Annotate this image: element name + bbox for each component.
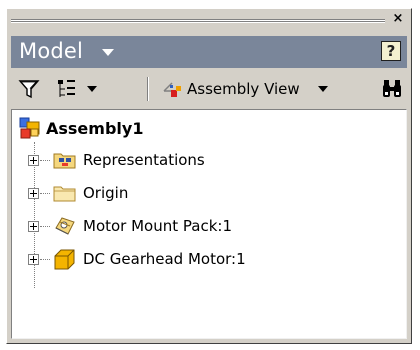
tree-item-label: Origin bbox=[83, 184, 129, 202]
folder-icon bbox=[53, 186, 76, 202]
panel-title[interactable]: Model bbox=[19, 39, 83, 63]
model-browser-panel: × Model ? Assembly View Assembly1 Repres… bbox=[6, 8, 412, 344]
tree-root-label: Assembly1 bbox=[46, 118, 144, 138]
assembly-view-chevron-down-icon[interactable] bbox=[317, 86, 328, 92]
structure-icon bbox=[58, 80, 75, 97]
representations-icon bbox=[53, 153, 76, 169]
tree-item-dc-gearhead-motor[interactable]: DC Gearhead Motor:1 bbox=[28, 246, 246, 272]
tree-item-label: DC Gearhead Motor:1 bbox=[83, 250, 246, 268]
structure-chevron-down-icon[interactable] bbox=[87, 86, 97, 92]
tree-item-motor-mount-pack[interactable]: Motor Mount Pack:1 bbox=[28, 213, 232, 239]
filter-button[interactable] bbox=[17, 75, 41, 103]
expand-icon[interactable] bbox=[28, 187, 39, 199]
tree-root[interactable]: Assembly1 bbox=[18, 115, 143, 141]
subassembly-icon bbox=[55, 217, 75, 235]
panel-grip[interactable] bbox=[11, 19, 385, 24]
toolbar-divider bbox=[147, 77, 148, 101]
structure-dropdown[interactable] bbox=[55, 75, 97, 103]
tree-item-label: Motor Mount Pack:1 bbox=[83, 217, 232, 235]
expand-icon[interactable] bbox=[28, 220, 39, 232]
assembly-view-label: Assembly View bbox=[187, 80, 300, 98]
expand-icon[interactable] bbox=[28, 253, 39, 265]
find-button[interactable] bbox=[381, 75, 403, 103]
binoculars-icon bbox=[383, 80, 401, 97]
assembly-icon bbox=[19, 117, 40, 139]
assembly-view-icon bbox=[163, 82, 181, 97]
panel-header: Model ? bbox=[11, 36, 407, 68]
close-button[interactable]: × bbox=[391, 12, 405, 26]
expand-icon[interactable] bbox=[28, 154, 39, 166]
tree-item-representations[interactable]: Representations bbox=[28, 147, 205, 173]
tree-item-origin[interactable]: Origin bbox=[28, 180, 128, 206]
part-icon bbox=[54, 249, 75, 270]
filter-icon bbox=[18, 80, 40, 99]
chevron-down-icon[interactable] bbox=[102, 49, 114, 56]
help-button[interactable]: ? bbox=[381, 41, 401, 61]
assembly-view-dropdown[interactable]: Assembly View bbox=[161, 75, 328, 103]
browser-tree[interactable]: Assembly1 Representations Origin Motor M… bbox=[11, 109, 407, 339]
tree-item-label: Representations bbox=[83, 151, 205, 169]
browser-toolbar: Assembly View bbox=[11, 71, 407, 107]
